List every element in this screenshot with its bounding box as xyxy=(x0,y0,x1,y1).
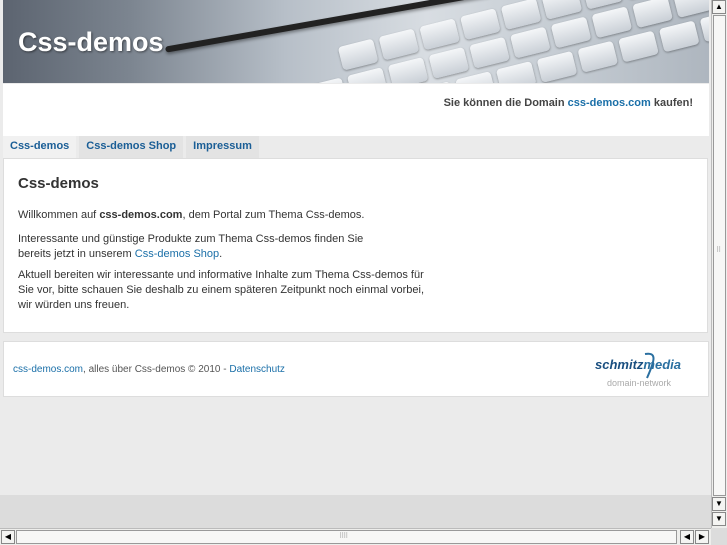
tab-css-demos-shop[interactable]: Css-demos Shop xyxy=(79,136,184,158)
page-bottom xyxy=(0,495,711,528)
page-heading: Css-demos xyxy=(18,175,99,192)
main-nav: Css-demos Css-demos Shop Impressum xyxy=(3,136,262,158)
footer-copyright: , alles über Css-demos © 2010 - xyxy=(83,364,227,375)
products-line-2-end: . xyxy=(219,248,223,260)
info-line-1: Aktuell bereiten wir interessante und in… xyxy=(18,269,424,281)
products-paragraph: Interessante und günstige Produkte zum T… xyxy=(18,232,363,262)
logo-subtitle: domain-network xyxy=(607,378,672,388)
horizontal-scrollbar[interactable]: ◀ ⠿⠿ ◀ ▶ xyxy=(0,528,711,545)
grip-icon: ⠿ xyxy=(716,247,721,254)
domain-bar: Sie können die Domain css-demos.com kauf… xyxy=(3,84,709,136)
header-banner: Css-demos xyxy=(3,0,709,83)
site-title: Css-demos xyxy=(18,27,164,57)
arrow-down-icon[interactable]: ▼ xyxy=(712,512,726,526)
info-line-2: Sie vor, bitte schauen Sie deshalb zu ei… xyxy=(18,284,425,296)
arrow-down-icon[interactable]: ▼ xyxy=(712,497,726,511)
logo-wordmark: schmitzmedia xyxy=(595,357,681,372)
tab-css-demos[interactable]: Css-demos xyxy=(3,136,77,158)
vertical-scroll-thumb[interactable]: ⠿ xyxy=(713,15,726,496)
welcome-paragraph: Willkommen auf css-demos.com, dem Portal… xyxy=(18,208,364,223)
grip-icon: ⠿⠿ xyxy=(339,533,348,540)
arrow-left-icon[interactable]: ◀ xyxy=(680,530,694,544)
info-paragraph: Aktuell bereiten wir interessante und in… xyxy=(18,268,424,313)
browser-viewport: Css-demos Sie können die Domain css-demo… xyxy=(0,0,711,528)
tab-impressum[interactable]: Impressum xyxy=(186,136,259,158)
horizontal-scroll-thumb[interactable]: ⠿⠿ xyxy=(16,530,677,544)
domain-note-suffix: kaufen! xyxy=(653,97,693,109)
domain-note-prefix: Sie können die Domain xyxy=(443,97,565,109)
welcome-text-end: , dem Portal zum Thema Css-demos. xyxy=(182,209,365,221)
footer-domain-link[interactable]: css-demos.com xyxy=(13,364,83,375)
welcome-domain: css-demos.com xyxy=(99,209,183,221)
products-line-1: Interessante und günstige Produkte zum T… xyxy=(18,233,364,245)
arrow-right-icon[interactable]: ▶ xyxy=(695,530,709,544)
privacy-link[interactable]: Datenschutz xyxy=(229,364,285,375)
domain-link[interactable]: css-demos.com xyxy=(568,97,651,109)
domain-sale-note: Sie können die Domain css-demos.com kauf… xyxy=(444,97,693,109)
shop-link[interactable]: Css-demos Shop xyxy=(135,248,219,260)
arrow-left-icon[interactable]: ◀ xyxy=(1,530,15,544)
logo-word-1: schmitz xyxy=(595,357,644,372)
products-line-2: bereits jetzt in unserem Css-demos Shop. xyxy=(18,247,363,262)
content-panel: Css-demos Willkommen auf css-demos.com, … xyxy=(3,158,708,333)
schmitz-media-logo[interactable]: schmitzmedia domain-network xyxy=(595,350,690,390)
footer: css-demos.com, alles über Css-demos © 20… xyxy=(3,341,709,397)
scrollbar-corner xyxy=(711,528,727,545)
arrow-up-icon[interactable]: ▲ xyxy=(712,0,726,14)
footer-text: css-demos.com, alles über Css-demos © 20… xyxy=(13,364,285,375)
welcome-text: Willkommen auf xyxy=(18,209,97,221)
products-line-2-text: bereits jetzt in unserem xyxy=(18,248,132,260)
vertical-scrollbar[interactable]: ▲ ⠿ ▼ ▼ xyxy=(711,0,727,528)
info-line-3: wir würden uns freuen. xyxy=(18,299,130,311)
logo-word-2: media xyxy=(643,357,681,372)
